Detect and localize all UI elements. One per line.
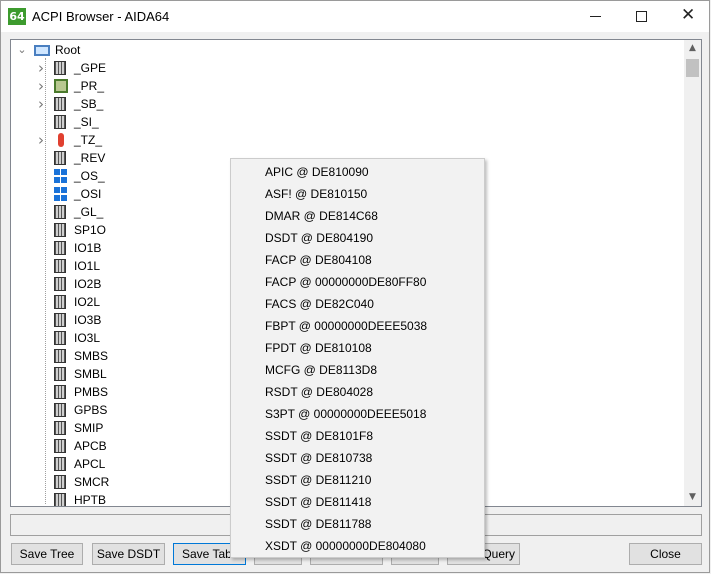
chip-icon (54, 115, 66, 129)
scroll-down-arrow-icon[interactable]: ▼ (684, 489, 701, 506)
chip-icon (54, 331, 66, 345)
thermometer-icon (58, 133, 64, 147)
chip-icon (54, 277, 66, 291)
popup-menu-item[interactable]: SSDT @ DE811210 (231, 469, 484, 491)
aida64-app-icon: 64 (8, 8, 26, 25)
tree-node-label: IO1L (74, 259, 101, 273)
close-button[interactable]: Close (629, 543, 702, 565)
popup-menu-item[interactable]: SSDT @ DE8101F8 (231, 425, 484, 447)
tree-node-row[interactable]: › _PR_ (11, 77, 681, 95)
chip-icon (54, 475, 66, 489)
tree-node-label: IO2B (74, 277, 102, 291)
popup-menu-item[interactable]: SSDT @ DE811788 (231, 513, 484, 535)
popup-menu-item[interactable]: DSDT @ DE804190 (231, 227, 484, 249)
save-table-popup-menu: APIC @ DE810090 ASF! @ DE810150 DMAR @ DE8… (230, 158, 485, 558)
chip-icon (54, 205, 66, 219)
chip-icon (54, 457, 66, 471)
windows-icon (54, 187, 68, 201)
tree-node-label: HPTB (74, 493, 107, 507)
popup-menu-item[interactable]: RSDT @ DE804028 (231, 381, 484, 403)
maximize-button[interactable] (619, 1, 665, 32)
tree-node-row[interactable]: › _GPE (11, 59, 681, 77)
tree-node-label: _GL_ (74, 205, 104, 219)
expand-chevron-icon[interactable]: › (35, 77, 47, 95)
tree-vertical-scrollbar[interactable]: ▲ ▼ (684, 40, 701, 506)
chip-icon (54, 349, 66, 363)
chip-icon (54, 367, 66, 381)
popup-menu-item[interactable]: ASF! @ DE810150 (231, 183, 484, 205)
close-icon: ✕ (681, 5, 696, 25)
chip-icon (54, 493, 66, 506)
tree-node-label: _OSI (74, 187, 102, 201)
tree-node-label: PMBS (74, 385, 109, 399)
tree-root-label: Root (55, 43, 81, 57)
tree-node-label: APCB (74, 439, 107, 453)
tree-node-label: SMIP (74, 421, 104, 435)
minimize-button[interactable] (573, 1, 619, 32)
maximize-icon (636, 11, 647, 22)
tree-node-label: GPBS (74, 403, 108, 417)
chip-icon (54, 241, 66, 255)
popup-menu-item[interactable]: FPDT @ DE810108 (231, 337, 484, 359)
popup-menu-item[interactable]: FACS @ DE82C040 (231, 293, 484, 315)
tree-root-row[interactable]: ⌄ Root (11, 41, 681, 59)
chip-icon (54, 403, 66, 417)
tree-node-label: IO1B (74, 241, 102, 255)
tree-node-label: _TZ_ (74, 133, 103, 147)
tree-node-label: SP1O (74, 223, 107, 237)
tree-node-row[interactable]: _SI_ (11, 113, 681, 131)
expand-chevron-icon[interactable]: › (35, 131, 47, 149)
popup-menu-item[interactable]: DMAR @ DE814C68 (231, 205, 484, 227)
popup-menu-item[interactable]: SSDT @ DE811418 (231, 491, 484, 513)
tree-node-label: _GPE (74, 61, 107, 75)
expand-chevron-icon[interactable]: › (35, 59, 47, 77)
chip-icon (54, 259, 66, 273)
acpi-browser-window: 64 ACPI Browser - AIDA64 ✕ ⌄ Root › _GPE ›… (0, 0, 710, 573)
tree-node-label: SMBS (74, 349, 109, 363)
tree-node-label: SMBL (74, 367, 107, 381)
tree-node-label: _SB_ (74, 97, 104, 111)
tree-node-label: IO3B (74, 313, 102, 327)
window-title: ACPI Browser - AIDA64 (32, 9, 170, 24)
chip-icon (54, 151, 66, 165)
popup-menu-item[interactable]: XSDT @ 00000000DE804080 (231, 535, 484, 557)
popup-menu-item[interactable]: SSDT @ DE810738 (231, 447, 484, 469)
popup-menu-item[interactable]: S3PT @ 00000000DEEE5018 (231, 403, 484, 425)
computer-icon (34, 45, 50, 56)
popup-menu-item[interactable]: APIC @ DE810090 (231, 161, 484, 183)
tree-node-label: _OS_ (74, 169, 105, 183)
tree-node-label: IO3L (74, 331, 101, 345)
title-bar[interactable]: 64 ACPI Browser - AIDA64 ✕ (1, 1, 709, 32)
tree-node-label: _REV (74, 151, 106, 165)
scroll-up-arrow-icon[interactable]: ▲ (684, 40, 701, 57)
expand-chevron-icon[interactable]: › (35, 95, 47, 113)
chip-icon (54, 295, 66, 309)
chip-icon (54, 97, 66, 111)
tree-node-label: _SI_ (74, 115, 99, 129)
chip-icon (54, 439, 66, 453)
tree-node-label: IO2L (74, 295, 101, 309)
tree-node-label: APCL (74, 457, 106, 471)
close-window-button[interactable]: ✕ (665, 1, 711, 32)
processor-icon (54, 79, 68, 93)
tree-node-label: SMCR (74, 475, 110, 489)
chip-icon (54, 61, 66, 75)
save-dsdt-button[interactable]: Save DSDT (92, 543, 165, 565)
tree-node-row[interactable]: › _TZ_ (11, 131, 681, 149)
popup-menu-item[interactable]: FACP @ DE804108 (231, 249, 484, 271)
chip-icon (54, 223, 66, 237)
collapse-chevron-icon[interactable]: ⌄ (16, 41, 28, 59)
scroll-thumb[interactable] (686, 59, 699, 77)
chip-icon (54, 313, 66, 327)
windows-icon (54, 169, 68, 183)
tree-node-label: _PR_ (74, 79, 105, 93)
minimize-icon (590, 16, 601, 17)
save-tree-button[interactable]: Save Tree (11, 543, 83, 565)
popup-menu-item[interactable]: FBPT @ 00000000DEEE5038 (231, 315, 484, 337)
chip-icon (54, 421, 66, 435)
tree-node-row[interactable]: › _SB_ (11, 95, 681, 113)
popup-menu-item[interactable]: FACP @ 00000000DE80FF80 (231, 271, 484, 293)
popup-menu-item[interactable]: MCFG @ DE8113D8 (231, 359, 484, 381)
chip-icon (54, 385, 66, 399)
